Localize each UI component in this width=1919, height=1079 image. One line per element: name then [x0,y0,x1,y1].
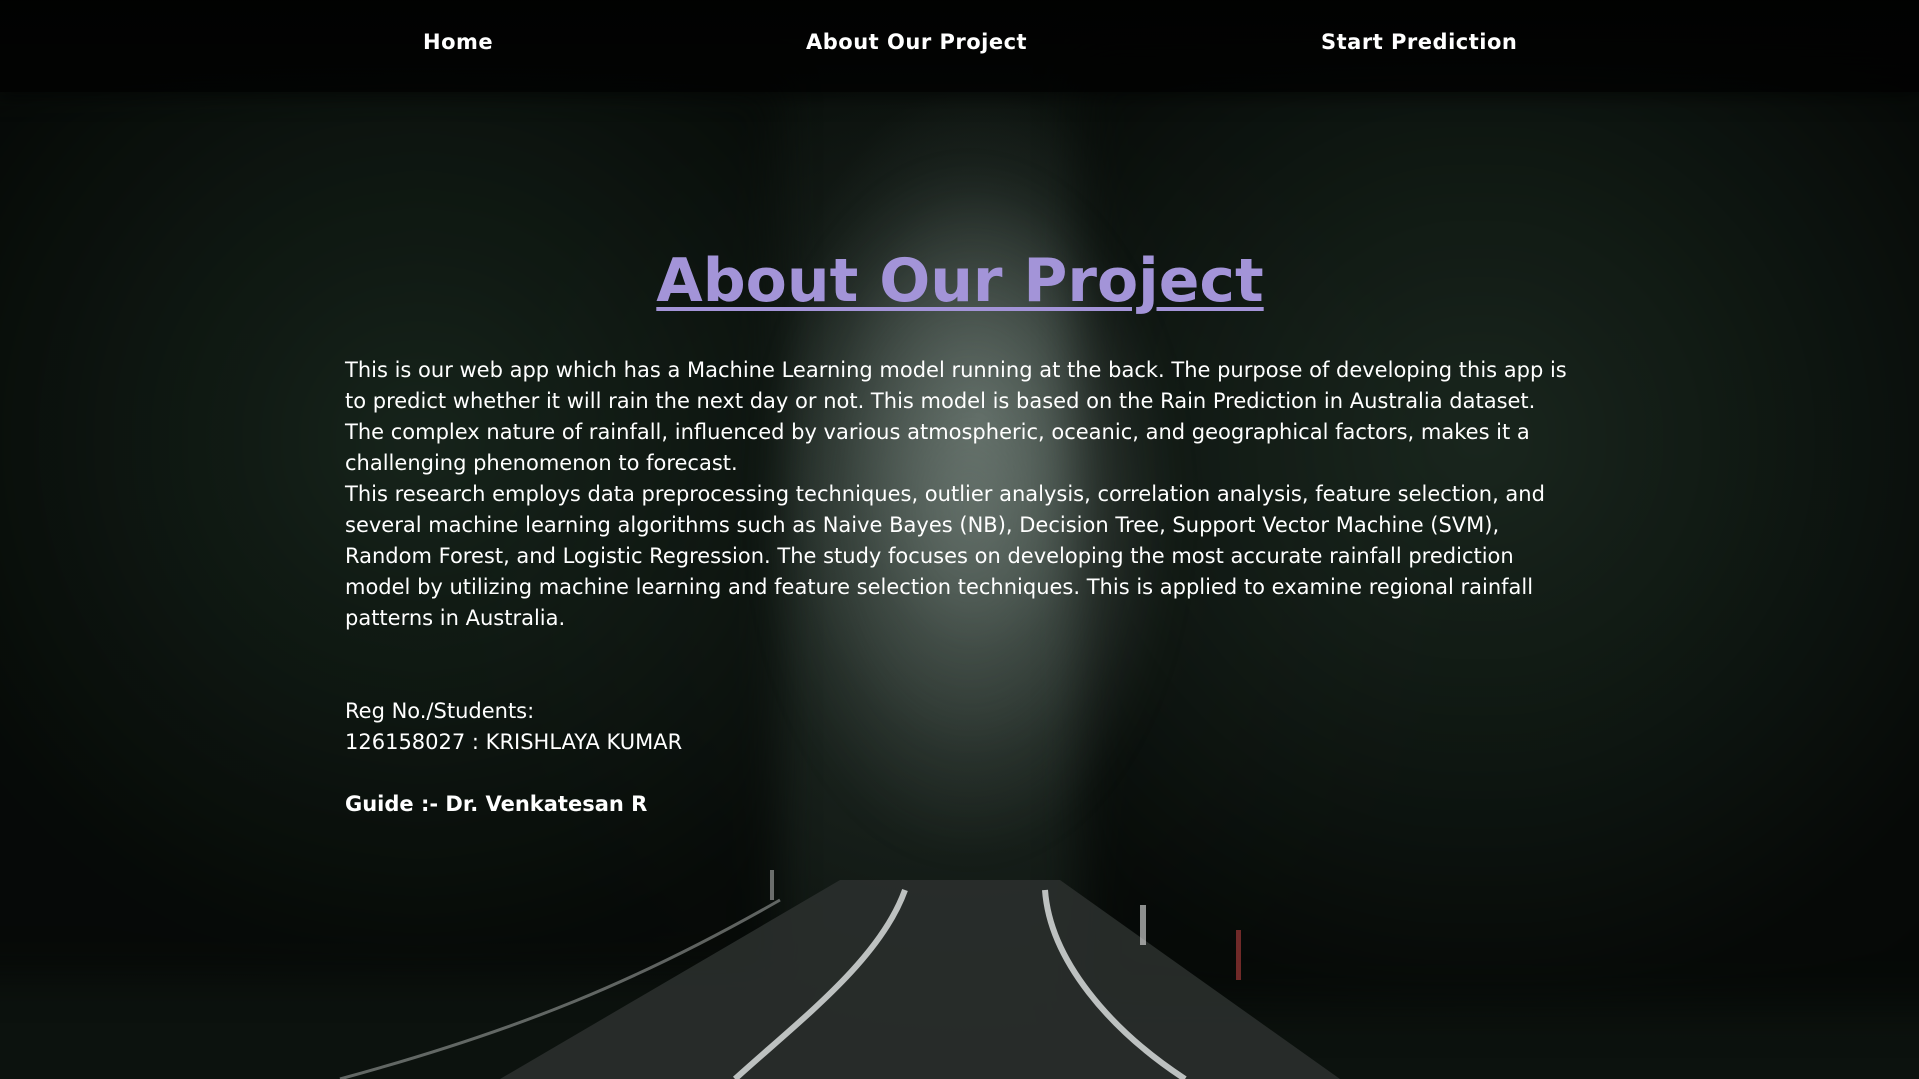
students-label: Reg No./Students: [345,699,535,723]
main-content: About Our Project This is our web app wh… [345,250,1575,820]
nav-link-start-prediction[interactable]: Start Prediction [1321,30,1517,54]
top-navbar: Home About Our Project Start Prediction [0,0,1919,92]
project-description-paragraph-2: This research employs data preprocessing… [345,482,1545,630]
nav-link-about[interactable]: About Our Project [806,30,1027,54]
nav-link-home[interactable]: Home [423,30,493,54]
student-entry: 126158027 : KRISHLAYA KUMAR [345,730,683,754]
page-title: About Our Project [656,246,1264,316]
guide-name: Guide :- Dr. Venkatesan R [345,792,648,816]
project-description-paragraph-1: This is our web app which has a Machine … [345,358,1567,475]
